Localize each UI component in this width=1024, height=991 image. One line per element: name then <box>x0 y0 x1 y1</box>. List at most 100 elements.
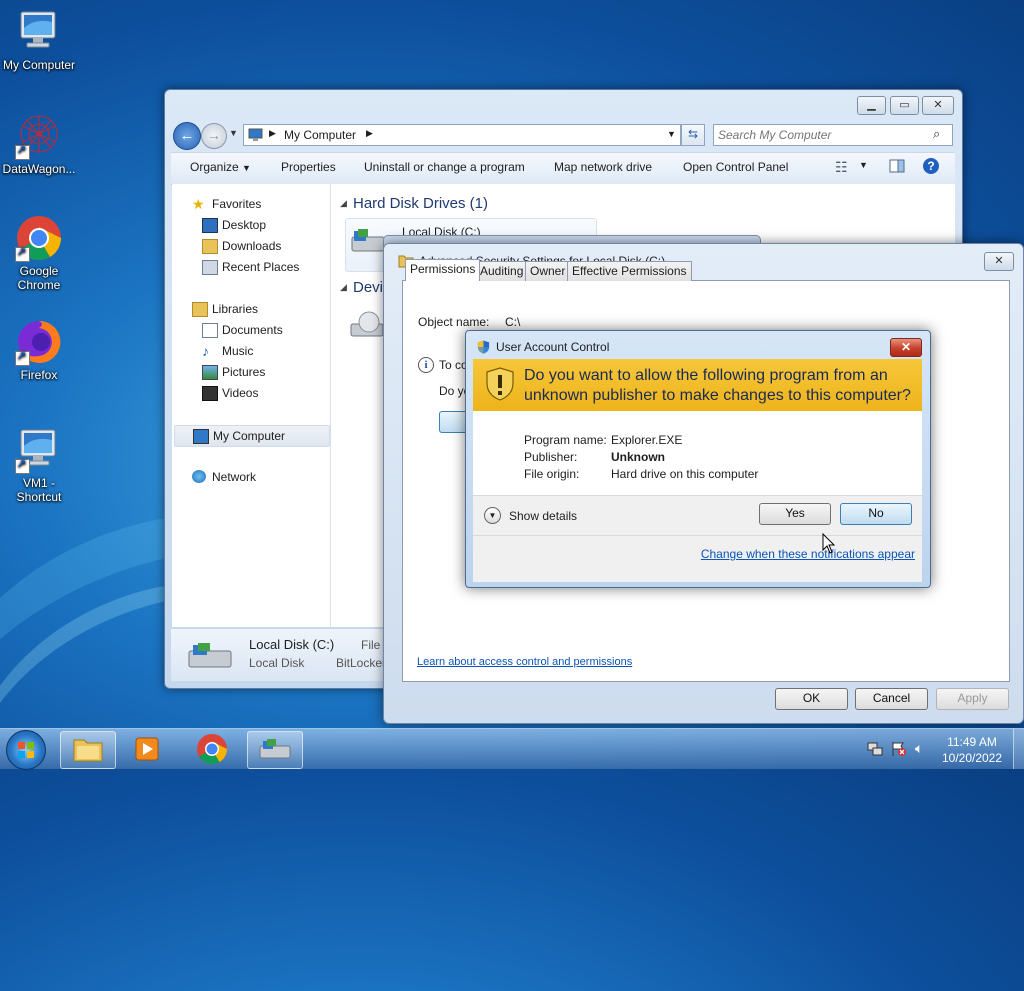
details-type: Local Disk <box>249 656 305 670</box>
search-input[interactable] <box>716 126 928 144</box>
organize-label: Organize <box>190 160 239 174</box>
address-dropdown-icon[interactable]: ▼ <box>667 129 676 139</box>
desktop-icon-google-chrome[interactable]: Google Chrome <box>0 214 79 292</box>
nav-recent-places[interactable]: Recent Places <box>202 257 299 277</box>
no-button[interactable]: No <box>840 503 912 525</box>
change-view-icon[interactable]: ☷ <box>835 159 848 176</box>
nav-my-computer[interactable]: My Computer <box>174 425 330 447</box>
desktop-icon-label: Firefox <box>20 368 58 382</box>
info-icon: i <box>418 357 434 373</box>
nav-documents[interactable]: Documents <box>202 320 283 340</box>
chevron-down-icon[interactable]: ▼ <box>484 507 501 524</box>
publisher-value: Unknown <box>611 450 665 464</box>
apply-button[interactable]: Apply <box>936 688 1009 710</box>
forward-button[interactable]: → <box>201 123 227 149</box>
collapse-group-icon[interactable]: ◢ <box>340 282 347 293</box>
yes-button[interactable]: Yes <box>759 503 831 525</box>
maximize-button[interactable]: ▭ <box>890 96 919 115</box>
chrome-icon <box>197 734 227 765</box>
clock-date[interactable]: 10/20/2022 <box>935 751 1009 765</box>
hard-drive-icon <box>259 739 291 759</box>
desktop-icon-datawagon[interactable]: DataWagon... <box>0 112 79 176</box>
volume-icon[interactable]: 🔈︎ <box>915 740 923 757</box>
organize-button[interactable]: Organize ▼ <box>190 160 251 174</box>
view-options-dropdown-icon[interactable]: ▼ <box>859 160 868 170</box>
nav-videos[interactable]: Videos <box>202 383 258 403</box>
network-tray-icon[interactable] <box>867 741 883 760</box>
preview-pane-icon[interactable] <box>889 158 905 177</box>
learn-access-control-link[interactable]: Learn about access control and permissio… <box>417 656 632 668</box>
search-icon[interactable]: ⌕ <box>933 126 940 142</box>
desktop-icon-my-computer[interactable]: My Computer <box>0 8 79 72</box>
show-desktop-button[interactable] <box>1013 729 1024 769</box>
nav-downloads[interactable]: Downloads <box>202 236 281 256</box>
taskbar-explorer-button[interactable] <box>60 731 116 769</box>
uac-footer: ▼ Show details Yes No Change when these … <box>473 495 922 582</box>
nav-music[interactable]: ♪ Music <box>202 341 253 361</box>
minimize-button[interactable]: ▁ <box>857 96 886 115</box>
properties-button[interactable]: Properties <box>281 160 336 174</box>
change-notifications-link[interactable]: Change when these notifications appear <box>701 547 915 561</box>
desktop-icon-vm1-shortcut[interactable]: VM1 - Shortcut <box>0 426 79 504</box>
cancel-button[interactable]: Cancel <box>855 688 928 710</box>
start-button[interactable] <box>6 730 46 770</box>
nav-libraries[interactable]: Libraries <box>192 299 258 319</box>
desktop-icon-firefox[interactable]: Firefox <box>0 318 79 382</box>
music-note-icon: ♪ <box>202 343 209 359</box>
recent-pages-dropdown[interactable]: ▼ <box>229 128 238 138</box>
back-button[interactable]: ← <box>173 122 201 150</box>
nav-desktop[interactable]: Desktop <box>202 215 266 235</box>
nav-network[interactable]: Network <box>192 467 256 487</box>
tab-strip: Permissions Auditing Owner Effective Per… <box>405 259 705 281</box>
map-network-drive-button[interactable]: Map network drive <box>554 160 652 174</box>
collapse-group-icon[interactable]: ◢ <box>340 198 347 209</box>
tab-auditing[interactable]: Auditing <box>475 261 529 281</box>
uac-title: User Account Control <box>496 340 610 354</box>
nav-favorites[interactable]: ★ Favorites <box>192 194 261 214</box>
chrome-icon <box>15 214 63 262</box>
chevron-down-icon: ▼ <box>242 163 251 173</box>
folder-icon <box>202 239 218 254</box>
show-details-toggle[interactable]: Show details <box>509 509 577 523</box>
uac-shield-icon <box>476 339 491 358</box>
recent-places-icon <box>202 260 218 275</box>
help-icon[interactable]: ? <box>923 158 939 174</box>
open-control-panel-button[interactable]: Open Control Panel <box>683 160 788 174</box>
documents-icon <box>202 323 218 338</box>
details-bitlocker: BitLocker <box>336 656 387 670</box>
ok-button[interactable]: OK <box>775 688 848 710</box>
details-file-column: File <box>361 638 381 652</box>
object-name-label: Object name: <box>418 315 490 329</box>
uninstall-program-button[interactable]: Uninstall or change a program <box>364 160 525 174</box>
object-name-value: C:\ <box>505 315 521 329</box>
tab-effective-permissions[interactable]: Effective Permissions <box>567 261 692 281</box>
group-header-devices[interactable]: Devi <box>353 279 383 296</box>
close-button[interactable]: ✕ <box>984 252 1014 271</box>
breadcrumb-my-computer[interactable]: My Computer <box>284 128 356 142</box>
clock-time[interactable]: 11:49 AM <box>935 735 1009 749</box>
taskbar-chrome-button[interactable] <box>185 731 239 767</box>
group-header-hard-disk[interactable]: Hard Disk Drives (1) <box>353 195 488 212</box>
action-center-flag-icon[interactable] <box>891 741 907 760</box>
address-bar[interactable]: ▶ My Computer ▶ ▼ <box>243 124 681 146</box>
nav-label: Documents <box>222 323 283 337</box>
nav-pictures[interactable]: Pictures <box>202 362 265 382</box>
search-box[interactable]: ⌕ <box>713 124 953 146</box>
taskbar-media-player-button[interactable] <box>120 731 174 767</box>
dvd-drive-icon[interactable] <box>349 308 385 347</box>
taskbar-drive-window-button[interactable] <box>247 731 303 769</box>
nav-label: Libraries <box>212 302 259 316</box>
close-button[interactable]: ✕ <box>922 96 954 115</box>
computer-icon <box>15 426 63 474</box>
network-icon <box>192 470 206 483</box>
nav-label: Downloads <box>222 239 282 253</box>
tab-permissions[interactable]: Permissions <box>405 259 481 281</box>
breadcrumb-arrow-icon[interactable]: ▶ <box>269 128 276 139</box>
tab-owner[interactable]: Owner <box>525 261 571 281</box>
shortcut-arrow-icon <box>15 245 30 262</box>
shortcut-arrow-icon <box>15 143 30 160</box>
refresh-button[interactable]: ⇆ <box>681 124 705 146</box>
taskbar: 🔈︎ 11:49 AM 10/20/2022 <box>0 728 1024 770</box>
breadcrumb-arrow-icon[interactable]: ▶ <box>366 128 373 139</box>
uac-close-button[interactable]: ✕ <box>890 338 922 357</box>
